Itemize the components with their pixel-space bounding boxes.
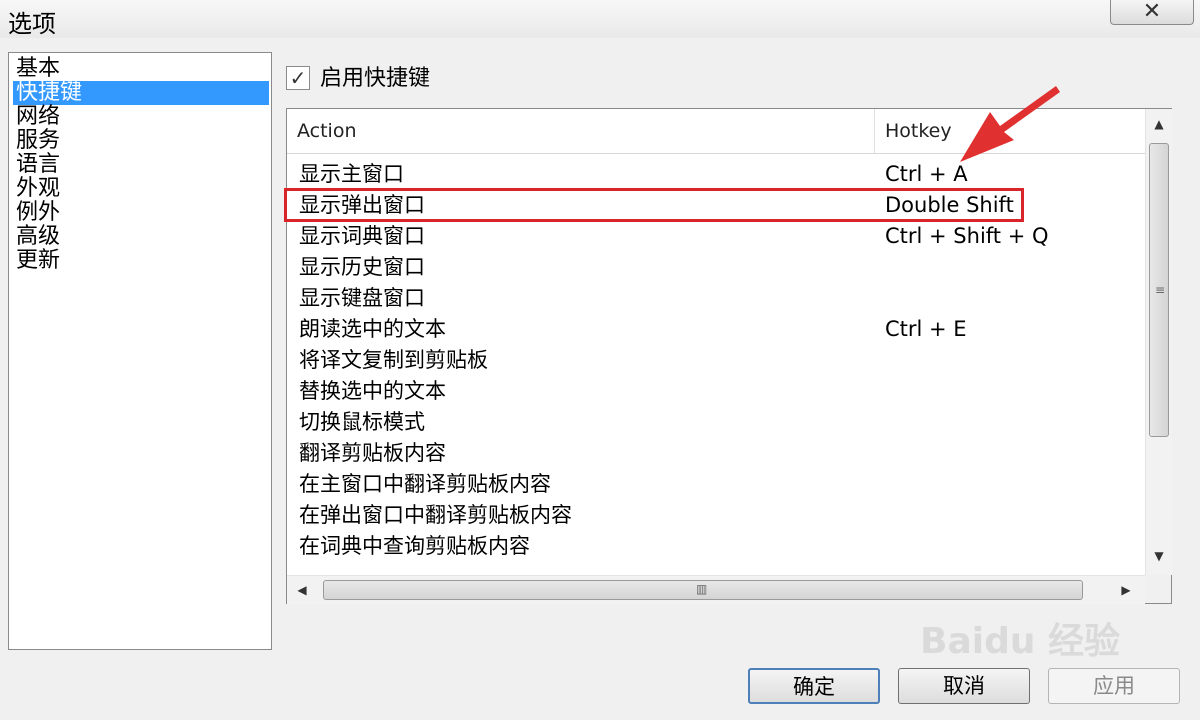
action-cell: 显示主窗口 [299, 162, 404, 186]
header-divider [287, 153, 1145, 154]
apply-button[interactable]: 应用 [1048, 668, 1180, 704]
close-icon: ✕ [1142, 0, 1162, 24]
nav-item-service[interactable]: 服务 [13, 129, 269, 153]
horizontal-scroll-thumb[interactable]: ▥ [323, 580, 1083, 600]
grip-icon: ≡ [1155, 283, 1166, 297]
table-row[interactable]: 在弹出窗口中翻译剪贴板内容 [287, 500, 1145, 531]
watermark: Baidu 经验 [920, 621, 1121, 662]
enable-hotkeys-label[interactable]: 启用快捷键 [320, 64, 430, 94]
action-cell: 显示历史窗口 [299, 255, 425, 279]
action-cell: 显示键盘窗口 [299, 286, 425, 310]
grip-icon: ▥ [696, 582, 708, 596]
close-button[interactable]: ✕ [1110, 0, 1194, 25]
table-row[interactable]: 显示历史窗口 [287, 252, 1145, 283]
table-row[interactable]: 朗读选中的文本 Ctrl + E [287, 314, 1145, 345]
action-cell: 切换鼠标模式 [299, 410, 425, 434]
checkmark-icon: ✓ [289, 66, 307, 90]
action-cell: 替换选中的文本 [299, 379, 446, 403]
hotkey-cell: Ctrl + E [885, 317, 967, 341]
action-cell: 翻译剪贴板内容 [299, 441, 446, 465]
title-bar: 选项 ✕ [0, 0, 1200, 38]
column-header-action[interactable]: Action [287, 109, 875, 153]
scroll-right-icon[interactable]: ▶ [1113, 576, 1139, 604]
table-row[interactable]: 显示键盘窗口 [287, 283, 1145, 314]
table-row[interactable]: 将译文复制到剪贴板 [287, 345, 1145, 376]
highlight-annotation-box [284, 188, 1024, 222]
scroll-corner [1145, 575, 1171, 603]
vertical-scroll-thumb[interactable]: ≡ [1149, 143, 1169, 437]
nav-item-language[interactable]: 语言 [13, 153, 269, 177]
window-title: 选项 [8, 10, 56, 38]
nav-item-exceptions[interactable]: 例外 [13, 201, 269, 225]
scroll-left-icon[interactable]: ◀ [289, 576, 315, 604]
action-cell: 在词典中查询剪贴板内容 [299, 534, 530, 558]
nav-item-appearance[interactable]: 外观 [13, 177, 269, 201]
action-cell: 在主窗口中翻译剪贴板内容 [299, 472, 551, 496]
horizontal-scrollbar[interactable]: ◀ ▥ ▶ [287, 575, 1145, 604]
hotkey-cell: Ctrl + Shift + Q [885, 224, 1049, 248]
nav-item-update[interactable]: 更新 [13, 249, 269, 273]
nav-item-network[interactable]: 网络 [13, 105, 269, 129]
hotkey-list[interactable]: Action Hotkey 显示主窗口 Ctrl + A 显示弹出窗口 Doub… [286, 108, 1172, 604]
action-cell: 朗读选中的文本 [299, 317, 446, 341]
scroll-up-icon[interactable]: ▲ [1146, 113, 1172, 135]
action-cell: 在弹出窗口中翻译剪贴板内容 [299, 503, 572, 527]
ok-button[interactable]: 确定 [748, 668, 880, 704]
table-row[interactable]: 在词典中查询剪贴板内容 [287, 531, 1145, 562]
action-cell: 显示词典窗口 [299, 224, 425, 248]
cancel-button[interactable]: 取消 [898, 668, 1030, 704]
scroll-down-icon[interactable]: ▼ [1146, 545, 1172, 567]
table-row[interactable]: 在主窗口中翻译剪贴板内容 [287, 469, 1145, 500]
nav-item-advanced[interactable]: 高级 [13, 225, 269, 249]
table-row[interactable]: 翻译剪贴板内容 [287, 438, 1145, 469]
column-header-hotkey[interactable]: Hotkey [875, 109, 1145, 153]
nav-item-hotkeys[interactable]: 快捷键 [13, 81, 269, 105]
enable-hotkeys-checkbox[interactable]: ✓ [286, 66, 310, 90]
nav-item-basic[interactable]: 基本 [13, 57, 269, 81]
vertical-scrollbar[interactable]: ▲ ≡ ▼ [1145, 109, 1172, 575]
table-row[interactable]: 显示主窗口 Ctrl + A [287, 159, 1145, 190]
table-row[interactable]: 替换选中的文本 [287, 376, 1145, 407]
table-row[interactable]: 显示词典窗口 Ctrl + Shift + Q [287, 221, 1145, 252]
table-row[interactable]: 切换鼠标模式 [287, 407, 1145, 438]
action-cell: 将译文复制到剪贴板 [299, 348, 488, 372]
hotkey-cell: Ctrl + A [885, 162, 968, 186]
options-category-list[interactable]: 基本 快捷键 网络 服务 语言 外观 例外 高级 更新 [8, 52, 272, 650]
